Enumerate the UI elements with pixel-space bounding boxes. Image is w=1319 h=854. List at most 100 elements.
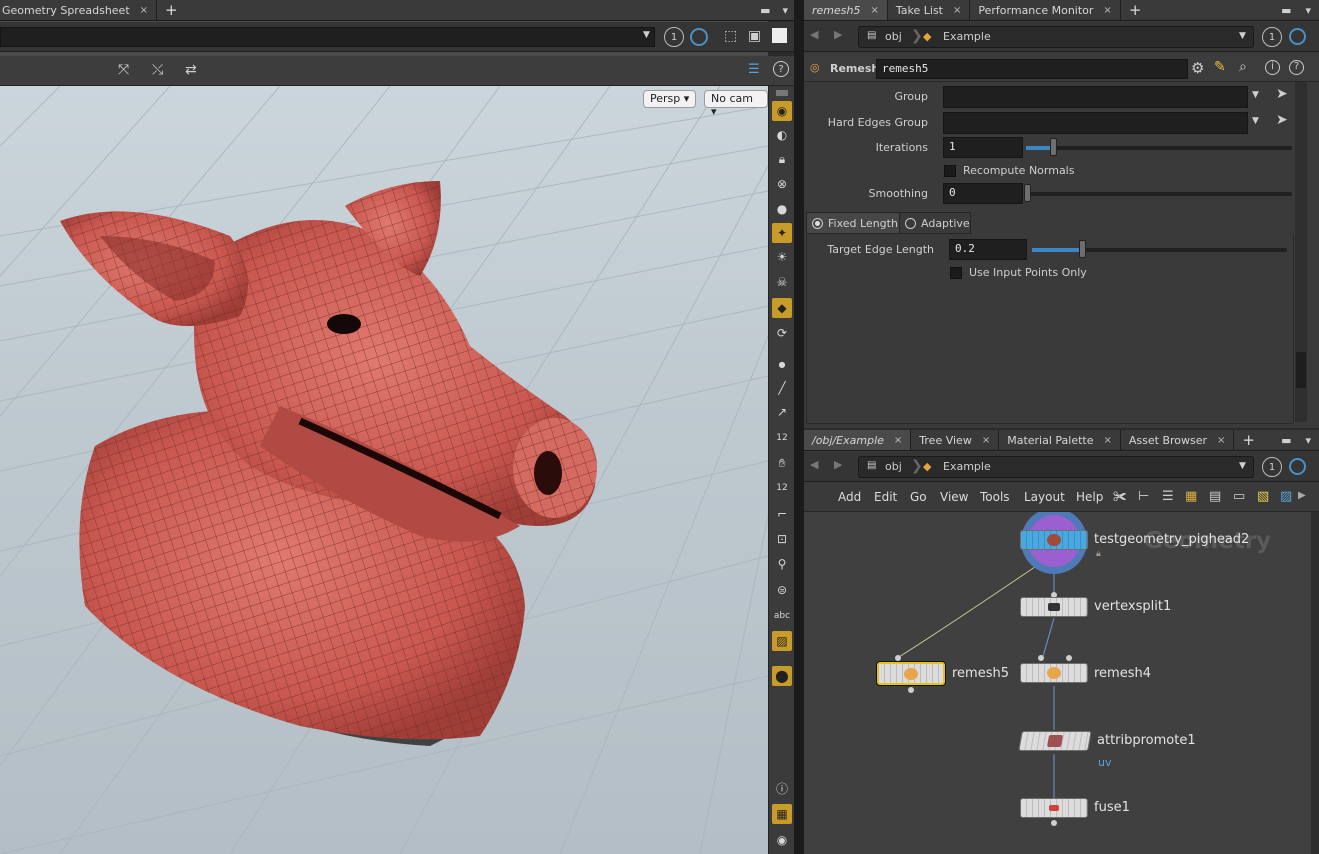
iterations-field[interactable]: 1 [943, 137, 1023, 158]
hard-edges-field[interactable] [943, 112, 1248, 134]
help-icon[interactable]: ? [1289, 60, 1304, 75]
wrench-icon[interactable]: ✀ [1113, 489, 1127, 505]
output-connector[interactable] [1051, 820, 1057, 826]
list-icon[interactable]: ☰ [1162, 489, 1174, 504]
node-vertexsplit1[interactable] [1020, 597, 1088, 617]
tab-adaptive[interactable]: Adaptive [899, 212, 971, 234]
forward-icon[interactable]: ▶ [834, 458, 842, 471]
input-connector[interactable] [895, 655, 901, 661]
point-numbers-icon[interactable]: 12 [772, 428, 792, 448]
menu-edit[interactable]: Edit [874, 490, 897, 504]
node-fuse1[interactable] [1020, 798, 1088, 818]
snapshot-icon[interactable] [772, 28, 787, 43]
skull-icon[interactable]: ☠ [772, 272, 792, 292]
shading-icon[interactable]: ● [772, 199, 792, 219]
pane-menu-icon[interactable]: ▾ [1297, 430, 1319, 450]
menu-tools[interactable]: Tools [980, 490, 1010, 504]
close-icon[interactable]: × [1103, 5, 1111, 16]
recompute-normals-checkbox[interactable] [944, 165, 956, 177]
select-arrow-icon[interactable]: ➤ [1276, 112, 1288, 128]
lock-icon[interactable]: 🔒︎ [772, 149, 792, 169]
tab-fixed-length[interactable]: Fixed Length [806, 212, 900, 234]
menu-layout[interactable]: Layout [1024, 490, 1065, 504]
network-scrollbar[interactable] [1311, 512, 1319, 854]
scroll-up-icon[interactable] [776, 90, 788, 96]
iterations-slider-knob[interactable] [1050, 138, 1057, 156]
maximize-icon[interactable]: ▬ [754, 0, 776, 20]
add-tab-icon[interactable]: + [1121, 0, 1150, 20]
tree-icon[interactable]: ⊢ [1138, 489, 1149, 504]
image-icon[interactable]: ▨ [1280, 489, 1292, 504]
path-network[interactable]: Example [943, 30, 991, 43]
scrollbar-thumb[interactable] [1296, 352, 1306, 388]
close-icon[interactable]: × [982, 435, 990, 446]
tab-tree-view[interactable]: Tree View × [911, 430, 1000, 450]
group-field[interactable] [943, 86, 1248, 108]
iterations-slider[interactable] [1026, 146, 1292, 150]
head-light-icon[interactable]: ☀ [772, 247, 792, 267]
path-obj[interactable]: obj [885, 460, 902, 473]
pane-divider[interactable] [794, 0, 804, 854]
more-icon[interactable]: ▶ [1298, 490, 1306, 501]
select-tool-icon[interactable]: ⤧ [118, 62, 129, 78]
isolate-icon[interactable]: ⊗ [772, 174, 792, 194]
gear-icon[interactable]: ⚙ [1191, 59, 1204, 77]
viewport-3d[interactable] [0, 86, 768, 854]
pin-number[interactable]: 1 [1262, 457, 1282, 477]
close-icon[interactable]: × [1104, 435, 1112, 446]
path-obj[interactable]: obj [885, 30, 902, 43]
visibility-icon[interactable]: ◐ [772, 125, 792, 145]
pin-number[interactable]: 1 [664, 27, 684, 47]
link-icon[interactable] [1289, 458, 1306, 475]
geometry-display-icon[interactable]: ◆ [772, 298, 792, 318]
eye-icon[interactable]: ◉ [772, 830, 792, 850]
forward-icon[interactable]: ▶ [834, 28, 842, 41]
primitive-numbers-icon[interactable]: 12 [772, 478, 792, 498]
transform-tool-icon[interactable]: ⤯ [152, 62, 163, 78]
add-tab-icon[interactable]: + [157, 0, 186, 20]
node-testgeometry-pighead2[interactable] [1020, 530, 1088, 550]
template-icon[interactable]: ⊜ [772, 580, 792, 600]
input-connector[interactable] [1066, 655, 1072, 661]
network-box-icon[interactable]: ▭ [1233, 489, 1245, 504]
menu-help[interactable]: Help [1076, 490, 1103, 504]
path-field[interactable] [0, 27, 655, 47]
chevron-down-icon[interactable]: ▼ [643, 30, 650, 40]
close-icon[interactable]: × [1217, 435, 1225, 446]
display-list-icon[interactable]: ☰ [748, 62, 760, 77]
back-icon[interactable]: ◀ [810, 458, 818, 471]
thumbnail-icon[interactable]: ▤ [1209, 489, 1221, 504]
target-edge-length-field[interactable]: 0.2 [949, 239, 1027, 260]
maximize-icon[interactable]: ▬ [1275, 0, 1297, 20]
handle-tool-icon[interactable]: ⇄ [185, 62, 197, 78]
vertex-icon[interactable]: ⚲ [772, 554, 792, 574]
smoothing-slider[interactable] [1026, 192, 1292, 196]
target-edge-slider-knob[interactable] [1079, 240, 1086, 258]
tab-geometry-spreadsheet[interactable]: Geometry Spreadsheet × [0, 0, 158, 20]
text-icon[interactable]: abc [772, 606, 792, 626]
hand-icon[interactable]: ✋︎ [772, 453, 792, 473]
uv-icon[interactable]: ⌐ [772, 504, 792, 524]
path-breadcrumb[interactable]: ▤ obj ❯ ◆ Example ▼ [858, 26, 1254, 48]
sticky-note-icon[interactable]: ▧ [1257, 489, 1269, 504]
close-icon[interactable]: × [140, 5, 148, 16]
ghost-icon[interactable]: ◉ [772, 101, 792, 121]
chevron-down-icon[interactable]: ▼ [1239, 31, 1246, 41]
network-editor[interactable]: Geometry testgeometry_pighead2 🔒︎ vertex… [804, 512, 1311, 854]
pane-menu-icon[interactable]: ▾ [776, 0, 794, 20]
light-icon[interactable]: ✦ [772, 223, 792, 243]
chevron-down-icon[interactable]: ▼ [1239, 461, 1246, 471]
tab-asset-browser[interactable]: Asset Browser × [1121, 430, 1235, 450]
input-connector[interactable] [1038, 655, 1044, 661]
no-cam-button[interactable]: No cam ▾ [704, 90, 768, 118]
pane-menu-icon[interactable]: ▾ [1297, 0, 1319, 20]
chevron-down-icon[interactable]: ▼ [1252, 90, 1259, 100]
tab-material-palette[interactable]: Material Palette × [999, 430, 1121, 450]
search-icon[interactable]: ⌕ [1239, 59, 1247, 75]
background-image-icon[interactable]: ▨ [772, 631, 792, 651]
maximize-icon[interactable]: ▬ [1275, 430, 1297, 450]
close-icon[interactable]: × [953, 5, 961, 16]
node-name-field[interactable]: remesh5 [876, 59, 1188, 79]
chevron-down-icon[interactable]: ▼ [1252, 116, 1259, 126]
bounding-box-icon[interactable]: ⊡ [772, 529, 792, 549]
